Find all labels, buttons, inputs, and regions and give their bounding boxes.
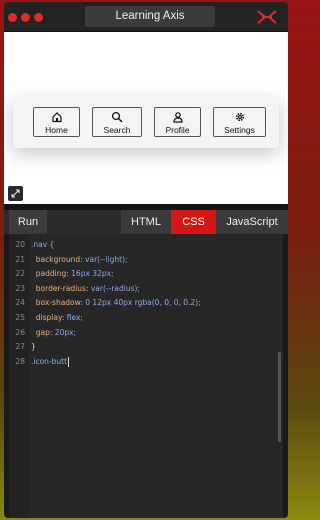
line-code: padding: 16px 32px; [31, 267, 114, 281]
window-controls [8, 13, 43, 22]
line-number: 21 [15, 254, 25, 264]
gear-icon [235, 112, 244, 122]
line-code: .icon-butt [31, 355, 70, 369]
maximize-dot[interactable] [34, 13, 43, 22]
app-title: Learning Axis [85, 6, 215, 27]
app-window: Learning Axis Home Search Profile Settin [4, 2, 288, 518]
code-token: background: [31, 254, 86, 264]
tab-javascript[interactable]: JavaScript [216, 210, 288, 234]
line-number: 23 [15, 283, 25, 293]
line-code: display: flex; [31, 311, 83, 325]
code-token: var(--light); [85, 254, 128, 264]
code-line[interactable]: 25 display: flex; [9, 311, 279, 325]
code-token: .nav { [31, 240, 55, 249]
expand-button[interactable] [8, 186, 23, 201]
line-code: box-shadow: 0 12px 40px rgba(0, 0, 0, 0.… [31, 296, 201, 310]
line-code: gap: 20px; [31, 326, 76, 340]
home-label: Home [45, 125, 68, 135]
code-editor[interactable]: 20 .nav {21 background: var(--light); 22 p… [9, 234, 283, 518]
close-dot[interactable] [8, 13, 17, 22]
line-code: background: var(--light); [31, 253, 128, 267]
profile-label: Profile [165, 125, 190, 135]
settings-button[interactable]: Settings [213, 107, 266, 137]
search-button[interactable]: Search [92, 107, 142, 137]
search-icon [111, 111, 123, 123]
code-line[interactable]: 27} [9, 340, 279, 354]
line-number: 28 [15, 356, 25, 366]
code-token: } [31, 342, 36, 352]
expand-icon [11, 189, 20, 198]
code-token: 0 12px 40px rgba(0, 0, 0, 0.2); [85, 298, 201, 308]
editor-tabbar: Run HTML CSS JavaScript [4, 210, 288, 234]
line-code: } [31, 340, 36, 354]
code-token: border-radius: [31, 283, 91, 293]
search-label: Search [103, 125, 131, 135]
line-number: 22 [15, 269, 25, 279]
code-token: gap: [31, 327, 55, 337]
code-line[interactable]: 20 .nav { [9, 238, 279, 252]
code-line[interactable]: 22 padding: 16px 32px; [9, 267, 279, 281]
code-line[interactable]: 26 gap: 20px; [9, 326, 279, 340]
preview-nav: Home Search Profile Settings [13, 96, 279, 148]
home-button[interactable]: Home [33, 107, 80, 137]
code-token: 20px; [54, 327, 77, 337]
text-cursor [68, 356, 70, 367]
minimize-dot[interactable] [21, 13, 30, 22]
code-line[interactable]: 23 border-radius: var(--radius); [9, 282, 279, 296]
line-number: 20 [15, 240, 25, 249]
line-code: .nav { [31, 238, 54, 252]
code-line[interactable]: 28 .icon-butt [9, 355, 279, 369]
code-token: padding: [31, 269, 72, 279]
code-token: flex; [66, 313, 83, 322]
logo-icon [257, 10, 277, 24]
tab-css[interactable]: CSS [171, 210, 216, 234]
title-bar: Learning Axis [4, 2, 288, 32]
code-token: var(--radius); [90, 283, 140, 293]
home-icon [51, 112, 62, 123]
line-number: 27 [15, 342, 25, 352]
settings-label: Settings [224, 125, 255, 135]
line-number: 24 [15, 298, 25, 308]
code-line[interactable]: 21 background: var(--light); [9, 253, 279, 267]
run-button[interactable]: Run [9, 210, 47, 234]
tab-html[interactable]: HTML [121, 210, 171, 234]
code-token: 16px 32px; [71, 269, 114, 279]
code-token: display: [31, 313, 67, 322]
user-icon [172, 112, 183, 123]
profile-button[interactable]: Profile [154, 107, 201, 137]
line-code: border-radius: var(--radius); [31, 282, 140, 296]
editor-scrollbar[interactable] [278, 352, 281, 442]
line-number: 25 [15, 313, 25, 322]
code-line[interactable]: 24 box-shadow: 0 12px 40px rgba(0, 0, 0,… [9, 296, 279, 310]
preview-pane: Home Search Profile Settings [4, 32, 288, 204]
code-token: box-shadow: [31, 298, 86, 308]
line-number: 26 [15, 327, 25, 337]
code-token: .icon-butt [31, 356, 68, 366]
